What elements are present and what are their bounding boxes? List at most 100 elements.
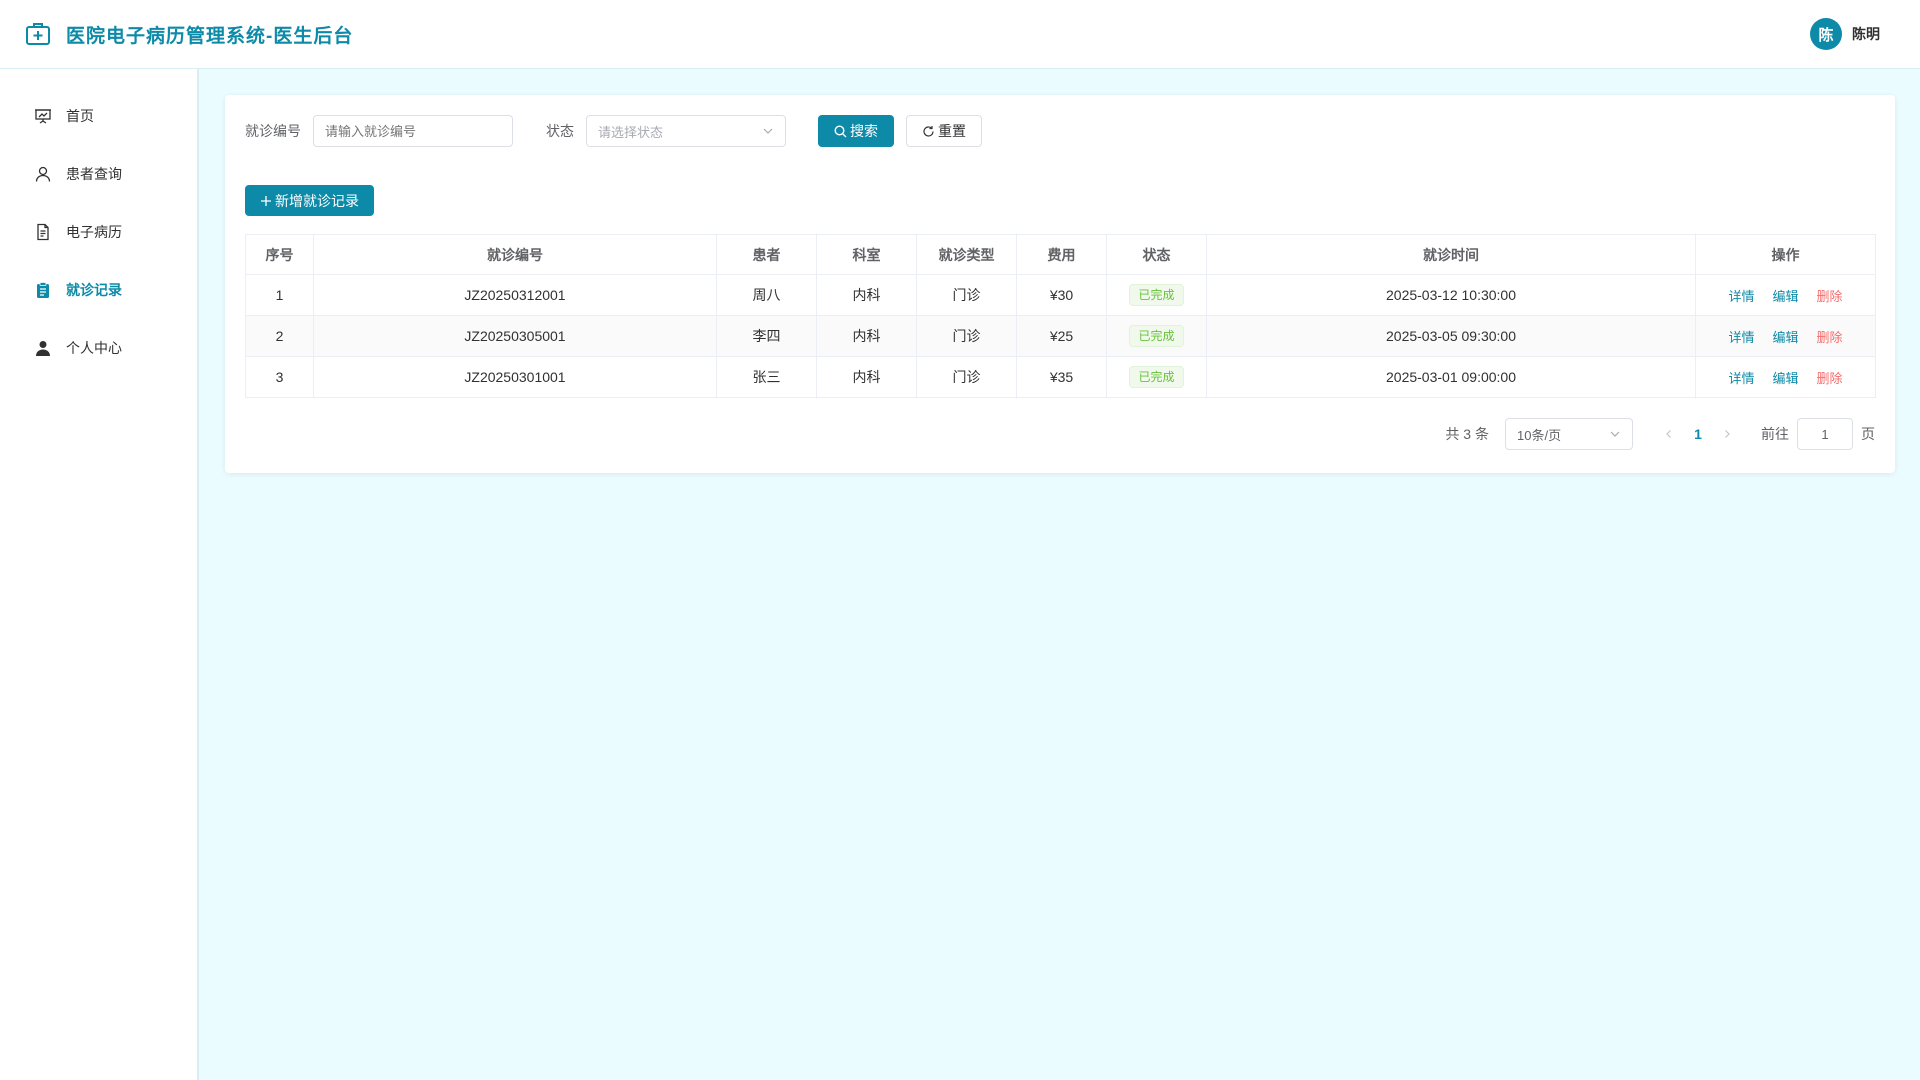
page-suffix: 页 bbox=[1861, 426, 1875, 442]
medical-kit-icon bbox=[26, 23, 50, 45]
edit-link[interactable]: 编辑 bbox=[1772, 330, 1798, 345]
sidebar-item-label: 电子病历 bbox=[66, 224, 122, 240]
column-header: 操作 bbox=[1695, 234, 1876, 275]
cell-patient: 周八 bbox=[716, 274, 817, 316]
top-header: 医院电子病历管理系统-医生后台 陈 陈明 bbox=[0, 0, 1920, 69]
search-button[interactable]: 搜索 bbox=[818, 115, 894, 147]
delete-link[interactable]: 删除 bbox=[1817, 330, 1843, 345]
app-title: 医院电子病历管理系统-医生后台 bbox=[66, 25, 354, 47]
goto-label: 前往 bbox=[1761, 426, 1789, 442]
visit-records-table: 序号 就诊编号 患者 科室 就诊类型 费用 状态 就诊时间 操作 1 JZ202… bbox=[245, 234, 1876, 398]
user-filled-icon bbox=[36, 341, 50, 356]
presentation-chart-icon bbox=[35, 109, 51, 124]
table-header-row: 序号 就诊编号 患者 科室 就诊类型 费用 状态 就诊时间 操作 bbox=[245, 234, 1876, 275]
cell-fee: ¥25 bbox=[1016, 315, 1107, 357]
chevron-left-icon bbox=[1666, 430, 1671, 438]
refresh-icon bbox=[923, 125, 934, 137]
status-label: 状态 bbox=[546, 123, 574, 139]
chevron-down-icon bbox=[1610, 431, 1620, 437]
document-icon bbox=[37, 223, 49, 241]
detail-link[interactable]: 详情 bbox=[1728, 330, 1754, 345]
reset-button[interactable]: 重置 bbox=[906, 115, 982, 147]
sidebar-item-label: 就诊记录 bbox=[66, 282, 122, 298]
page-size-value: 10条/页 bbox=[1517, 427, 1562, 443]
page-size-select[interactable]: 10条/页 bbox=[1505, 418, 1633, 450]
cell-dept: 内科 bbox=[816, 315, 917, 357]
delete-link[interactable]: 删除 bbox=[1817, 371, 1843, 386]
table-row: 1 JZ20250312001 周八 内科 门诊 ¥30 已完成 2025-03… bbox=[245, 274, 1876, 316]
visit-no-input[interactable] bbox=[313, 115, 513, 147]
sidebar-item-visit-records[interactable]: 就诊记录 bbox=[0, 261, 197, 319]
column-header: 科室 bbox=[816, 234, 917, 275]
cell-time: 2025-03-12 10:30:00 bbox=[1206, 274, 1696, 316]
total-count: 共 3 条 bbox=[1445, 426, 1489, 442]
sidebar-item-patient-query[interactable]: 患者查询 bbox=[0, 145, 197, 203]
sidebar-item-profile[interactable]: 个人中心 bbox=[0, 319, 197, 377]
edit-link[interactable]: 编辑 bbox=[1772, 371, 1798, 386]
column-header: 患者 bbox=[716, 234, 817, 275]
edit-link[interactable]: 编辑 bbox=[1772, 289, 1798, 304]
cell-visit-no: JZ20250312001 bbox=[313, 274, 717, 316]
sidebar-item-emr[interactable]: 电子病历 bbox=[0, 203, 197, 261]
prev-page-button[interactable] bbox=[1655, 429, 1683, 439]
sidebar-item-label: 个人中心 bbox=[66, 340, 122, 356]
status-badge: 已完成 bbox=[1129, 325, 1184, 347]
status-select[interactable]: 请选择状态 bbox=[586, 115, 786, 147]
cell-fee: ¥35 bbox=[1016, 356, 1107, 398]
cell-visit-no: JZ20250305001 bbox=[313, 315, 717, 357]
chevron-right-icon bbox=[1725, 430, 1730, 438]
toolbar: 新增就诊记录 bbox=[245, 185, 1875, 216]
column-header: 就诊编号 bbox=[313, 234, 717, 275]
cell-time: 2025-03-05 09:30:00 bbox=[1206, 315, 1696, 357]
sidebar: 首页 患者查询 电子病历 就诊记录 个人中心 bbox=[0, 69, 199, 1080]
sidebar-item-label: 首页 bbox=[66, 108, 94, 124]
cell-index: 1 bbox=[245, 274, 314, 316]
avatar[interactable]: 陈 bbox=[1810, 18, 1842, 50]
sidebar-item-home[interactable]: 首页 bbox=[0, 87, 197, 145]
cell-actions: 详情 编辑 删除 bbox=[1695, 356, 1876, 398]
column-header: 序号 bbox=[245, 234, 314, 275]
detail-link[interactable]: 详情 bbox=[1728, 371, 1754, 386]
status-badge: 已完成 bbox=[1129, 366, 1184, 388]
next-page-button[interactable] bbox=[1713, 429, 1741, 439]
goto-page-input[interactable] bbox=[1797, 418, 1853, 450]
user-name[interactable]: 陈明 bbox=[1852, 24, 1880, 44]
search-button-label: 搜索 bbox=[850, 123, 878, 139]
cell-fee: ¥30 bbox=[1016, 274, 1107, 316]
search-icon bbox=[834, 124, 847, 137]
cell-type: 门诊 bbox=[916, 274, 1017, 316]
table-row: 3 JZ20250301001 张三 内科 门诊 ¥35 已完成 2025-03… bbox=[245, 356, 1876, 398]
column-header: 就诊时间 bbox=[1206, 234, 1696, 275]
column-header: 费用 bbox=[1016, 234, 1107, 275]
cell-status: 已完成 bbox=[1106, 274, 1207, 316]
cell-actions: 详情 编辑 删除 bbox=[1695, 274, 1876, 316]
plus-icon bbox=[261, 195, 271, 206]
table-row: 2 JZ20250305001 李四 内科 门诊 ¥25 已完成 2025-03… bbox=[245, 315, 1876, 357]
cell-dept: 内科 bbox=[816, 274, 917, 316]
add-button-label: 新增就诊记录 bbox=[275, 192, 359, 209]
column-header: 状态 bbox=[1106, 234, 1207, 275]
user-menu[interactable]: 陈 陈明 bbox=[1810, 18, 1880, 50]
pagination: 共 3 条 10条/页 1 前往 页 bbox=[245, 418, 1875, 450]
cell-type: 门诊 bbox=[916, 356, 1017, 398]
cell-index: 3 bbox=[245, 356, 314, 398]
reset-button-label: 重置 bbox=[938, 123, 966, 139]
search-form: 就诊编号 状态 请选择状态 搜索 重置 bbox=[245, 115, 1875, 147]
cell-index: 2 bbox=[245, 315, 314, 357]
user-icon bbox=[35, 166, 51, 182]
cell-dept: 内科 bbox=[816, 356, 917, 398]
cell-type: 门诊 bbox=[916, 315, 1017, 357]
brand: 医院电子病历管理系统-医生后台 bbox=[24, 20, 353, 48]
detail-link[interactable]: 详情 bbox=[1728, 289, 1754, 304]
cell-time: 2025-03-01 09:00:00 bbox=[1206, 356, 1696, 398]
sidebar-item-label: 患者查询 bbox=[66, 166, 122, 182]
delete-link[interactable]: 删除 bbox=[1817, 289, 1843, 304]
cell-patient: 李四 bbox=[716, 315, 817, 357]
main-panel: 就诊编号 状态 请选择状态 搜索 重置 新增就诊记录 序号 就诊编号 bbox=[225, 95, 1895, 473]
cell-status: 已完成 bbox=[1106, 356, 1207, 398]
page-number-current[interactable]: 1 bbox=[1683, 426, 1713, 442]
cell-patient: 张三 bbox=[716, 356, 817, 398]
cell-visit-no: JZ20250301001 bbox=[313, 356, 717, 398]
status-select-placeholder: 请选择状态 bbox=[598, 124, 664, 140]
add-visit-record-button[interactable]: 新增就诊记录 bbox=[245, 185, 374, 216]
